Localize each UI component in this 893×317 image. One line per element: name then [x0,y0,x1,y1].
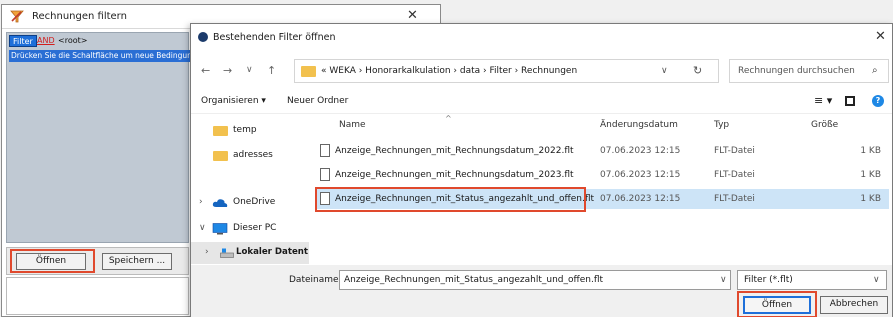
file-type: FLT-Datei [714,146,755,156]
file-row[interactable]: Anzeige_Rechnungen_mit_Rechnungsdatum_20… [316,141,889,161]
column-header-date[interactable]: Änderungsdatum [600,120,678,130]
view-options-icon[interactable]: ≡ ▾ [814,94,832,107]
filter-open-highlight [10,249,95,273]
cloud-icon [212,199,228,207]
help-icon[interactable]: ? [872,95,884,107]
chevron-down-icon[interactable]: ∨ [873,275,880,285]
dialog-close-icon[interactable]: ✕ [875,29,886,44]
open-button-highlight [737,291,817,317]
search-placeholder: Rechnungen durchsuchen [738,66,855,76]
folder-icon [213,151,228,161]
file-date: 07.06.2023 12:15 [600,170,681,180]
sidebar-item-this-pc[interactable]: ∨ Dieser PC [191,218,309,240]
navigation-pane: temp adresses › OneDrive ∨ Dieser PC › L… [191,114,309,317]
filter-window-title: Rechnungen filtern [32,11,127,22]
organize-button[interactable]: Organisieren ▾ [201,96,266,106]
cancel-button[interactable]: Abbrechen [820,296,888,314]
filename-input[interactable]: Anzeige_Rechnungen_mit_Status_angezahlt_… [339,270,731,290]
computer-icon [212,223,228,235]
file-type: FLT-Datei [714,170,755,180]
chevron-down-icon[interactable]: ∨ [720,275,727,285]
preview-pane-icon[interactable] [845,96,855,106]
filter-chip[interactable]: Filter [9,35,37,47]
open-filter-dialog: Bestehenden Filter öffnen ✕ ← → ∨ ↑ « WE… [190,23,893,317]
dialog-toolbar: Organisieren ▾ Neuer Ordner ≡ ▾ ? [191,90,892,114]
drive-icon [220,248,234,258]
sidebar-item-local-disk[interactable]: › Lokaler Datent [191,242,309,264]
chevron-right-icon[interactable]: › [205,247,209,257]
and-chip[interactable]: AND [37,35,55,47]
search-input[interactable]: Rechnungen durchsuchen ⌕ [729,59,889,83]
chevron-right-icon[interactable]: › [199,197,203,207]
chevron-down-icon[interactable]: ∨ [661,66,668,76]
forward-icon[interactable]: → [223,64,232,77]
breadcrumb[interactable]: « WEKA › Honorarkalkulation › data › Fil… [321,66,577,76]
file-list: ^ Name Änderungsdatum Typ Größe Anzeige_… [311,114,892,265]
column-header-name[interactable]: Name [339,120,366,130]
address-bar: ← → ∨ ↑ « WEKA › Honorarkalkulation › da… [191,56,892,88]
file-icon [320,144,330,157]
sidebar-item-label: adresses [233,150,273,160]
file-date: 07.06.2023 12:15 [600,146,681,156]
file-size: 1 KB [860,194,881,204]
sort-indicator-icon: ^ [445,114,452,123]
sidebar-item-temp[interactable]: temp [191,120,309,142]
column-header-type[interactable]: Typ [714,120,729,130]
filter-hint: Drücken Sie die Schaltfläche um neue Bed… [9,50,190,62]
dialog-titlebar: Bestehenden Filter öffnen ✕ [191,24,892,51]
filter-tree-pane[interactable]: Filter AND <root> Drücken Sie die Schalt… [6,32,190,243]
sidebar-item-label: temp [233,125,257,135]
path-field[interactable]: « WEKA › Honorarkalkulation › data › Fil… [294,59,719,83]
filetype-select[interactable]: Filter (*.flt) ∨ [737,270,887,290]
folder-icon [301,66,316,77]
column-header-size[interactable]: Größe [811,120,838,130]
recent-locations-icon[interactable]: ∨ [246,65,253,75]
folder-icon [213,126,228,136]
new-folder-button[interactable]: Neuer Ordner [287,96,348,106]
filetype-value: Filter (*.flt) [744,275,793,285]
file-name: Anzeige_Rechnungen_mit_Rechnungsdatum_20… [335,170,574,180]
filter-save-button[interactable]: Speichern ... [102,253,172,270]
selected-file-highlight [315,187,586,212]
sidebar-item-label: Dieser PC [233,223,277,233]
dialog-app-icon [198,32,208,42]
chevron-down-icon[interactable]: ∨ [199,223,206,233]
up-icon[interactable]: ↑ [267,64,276,77]
search-icon: ⌕ [872,65,878,76]
dialog-title: Bestehenden Filter öffnen [213,32,336,43]
root-chip[interactable]: <root> [58,35,87,47]
filter-window-icon [10,10,24,23]
sidebar-item-label: Lokaler Datent [236,247,308,257]
filter-lower-pane [6,277,189,315]
file-type: FLT-Datei [714,194,755,204]
filename-value: Anzeige_Rechnungen_mit_Status_angezahlt_… [344,275,604,285]
refresh-icon[interactable]: ↻ [693,64,702,77]
filter-window-close-icon[interactable]: ✕ [407,8,418,23]
file-date: 07.06.2023 12:15 [600,194,681,204]
back-icon[interactable]: ← [201,64,210,77]
file-row[interactable]: Anzeige_Rechnungen_mit_Rechnungsdatum_20… [316,165,889,185]
sidebar-item-adresses[interactable]: adresses [191,145,309,167]
file-size: 1 KB [860,146,881,156]
sidebar-item-onedrive[interactable]: › OneDrive [191,192,309,214]
file-icon [320,168,330,181]
filename-label: Dateiname: [289,275,342,285]
sidebar-item-label: OneDrive [233,197,276,207]
file-size: 1 KB [860,170,881,180]
dialog-footer: Dateiname: Anzeige_Rechnungen_mit_Status… [191,265,892,317]
file-name: Anzeige_Rechnungen_mit_Rechnungsdatum_20… [335,146,574,156]
